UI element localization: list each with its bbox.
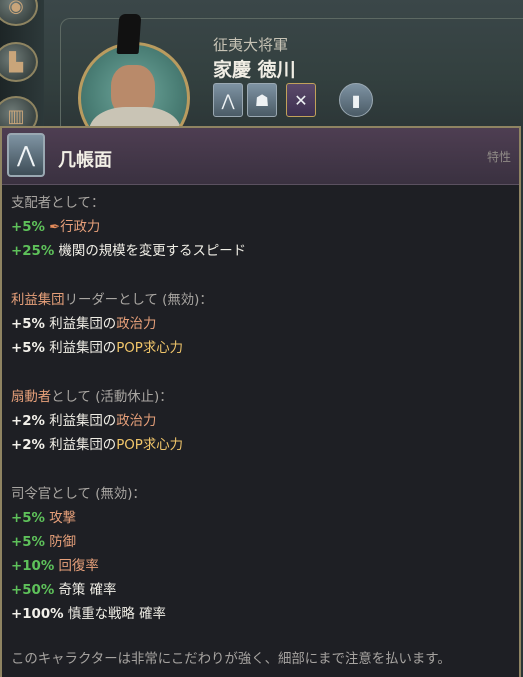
modifier-value: +25% [11,244,55,259]
heading-text: として (活動休止)： [51,390,173,405]
monk-icon: ☗ [254,90,270,110]
tooltip-header: ⋀ 几帳面 特性 [2,128,519,185]
heading-text: リーダーとして (無効)： [64,293,213,308]
tweezers-icon: ⋀ [221,90,235,110]
trait-tooltip: ⋀ 几帳面 特性 支配者として： +5% ✒行政力 +25% 機関の規模を変更す… [0,126,521,677]
trait-meticulous[interactable]: ⋀ [213,83,243,117]
ig-leader-modifier: +5% 利益集団の政治力 [11,313,511,337]
windmill-icon: ✕ [294,90,308,110]
modifier-value: +5% [11,341,45,356]
modifier-value: +100% [11,607,64,622]
trait-pious[interactable]: ☗ [247,83,277,117]
modifier-value: +5% [11,535,45,550]
commander-modifier: +100% 慎重な戦略 確率 [11,603,511,627]
ruler-modifier: +5% ✒行政力 [11,216,511,240]
trait-candles[interactable]: ▮ [339,83,373,117]
tooltip-type-label: 特性 [486,150,511,164]
modifier-value: +5% [11,511,45,526]
portrait-hat [116,14,142,54]
modifier-value: +2% [11,414,45,429]
tooltip-body: 支配者として： +5% ✒行政力 +25% 機関の規模を変更するスピード 利益集… [11,192,511,627]
commander-modifier: +5% 防御 [11,531,511,555]
modifier-label-prefix: 利益集団の [49,341,117,356]
modifier-label-prefix: 利益集団の [49,317,117,332]
modifier-value: +5% [11,220,45,235]
modifier-label[interactable]: 防御 [49,535,76,550]
trait-description: このキャラクターは非常にこだわりが強く、細部にまで注意を払います。 [11,652,451,667]
ig-leader-modifier: +5% 利益集団のPOP求心力 [11,337,511,361]
modifier-label: 奇策 確率 [58,583,117,598]
agitator-modifier: +2% 利益集団の政治力 [11,410,511,434]
commander-modifier: +10% 回復率 [11,555,511,579]
character-name: 家慶 徳川 [213,59,296,81]
ruler-modifier: +25% 機関の規模を変更するスピード [11,240,511,264]
modifier-label: 慎重な戦略 確率 [67,607,166,622]
modifier-label[interactable]: 政治力 [116,414,156,429]
map-icon: ◉ [8,0,24,17]
heading-link[interactable]: 利益集団 [11,293,65,308]
modifier-label[interactable]: 攻撃 [49,511,76,526]
modifier-value: +5% [11,317,45,332]
modifier-label[interactable]: 行政力 [60,220,100,235]
ruler-heading: 支配者として： [11,196,105,211]
agitator-heading: 扇動者として (活動休止)： [11,386,511,410]
modifier-value: +10% [11,559,55,574]
modifier-label[interactable]: 政治力 [116,317,156,332]
modifier-value: +2% [11,438,45,453]
tooltip-title: 几帳面 [58,150,112,171]
modifier-label-prefix: 利益集団の [49,438,117,453]
agitator-modifier: +2% 利益集団のPOP求心力 [11,434,511,458]
character-title: 征夷大将軍 [213,36,289,54]
commander-heading: 司令官として (無効)： [11,487,146,502]
building-icon: ▥ [7,105,25,127]
factory-icon: ▙ [9,51,23,73]
bureaucracy-icon: ✒ [49,220,61,235]
trait-windmill[interactable]: ✕ [286,83,316,117]
tweezers-icon: ⋀ [7,133,45,177]
commander-modifier: +50% 奇策 確率 [11,579,511,603]
ig-leader-heading: 利益集団リーダーとして (無効)： [11,289,511,313]
modifier-value: +50% [11,583,55,598]
modifier-label: 機関の規模を変更するスピード [58,244,247,259]
modifier-label[interactable]: POP求心力 [116,438,183,453]
modifier-label[interactable]: POP求心力 [116,341,183,356]
heading-link[interactable]: 扇動者 [11,390,51,405]
modifier-label-prefix: 利益集団の [49,414,117,429]
candles-icon: ▮ [351,90,361,110]
modifier-label[interactable]: 回復率 [59,559,99,574]
commander-modifier: +5% 攻撃 [11,507,511,531]
